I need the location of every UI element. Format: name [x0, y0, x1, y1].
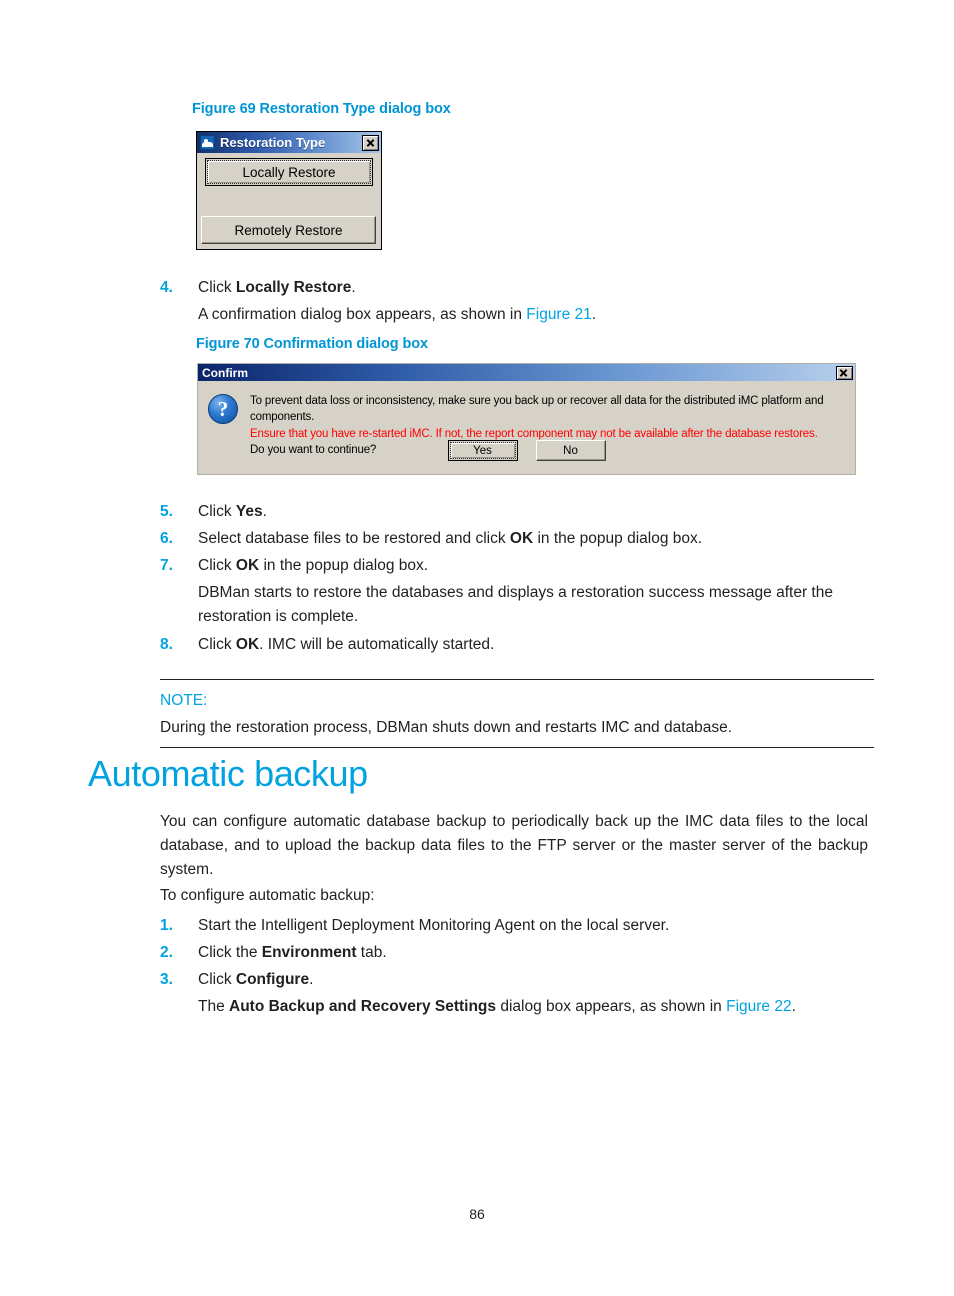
step-3-sub-bold: Auto Backup and Recovery Settings: [229, 998, 497, 1016]
step-5-text-after: .: [262, 503, 267, 520]
step-7: 7. Click OK in the popup dialog box.: [160, 554, 874, 578]
step-4-bold: Locally Restore: [235, 279, 352, 296]
note-block: NOTE: During the restoration process, DB…: [160, 679, 874, 748]
restoration-type-titlebar: Restoration Type: [197, 132, 381, 153]
application-icon: [200, 135, 215, 150]
confirm-dialog-title: Confirm: [202, 365, 248, 380]
note-label: NOTE:: [160, 692, 208, 710]
restoration-type-dialog: Restoration Type Locally Restore Remotel…: [196, 131, 382, 250]
step-2-bold: Environment: [261, 944, 357, 962]
remotely-restore-button-label: Remotely Restore: [234, 222, 343, 238]
step-4-text: Click Locally Restore.: [198, 276, 874, 300]
yes-button-label: Yes: [449, 442, 516, 459]
step-8-number: 8.: [160, 636, 173, 654]
step-2: 2. Click the Environment tab.: [160, 941, 874, 965]
step-1-number: 1.: [160, 917, 173, 935]
step-6: 6. Select database files to be restored …: [160, 527, 874, 551]
page-number: 86: [469, 1206, 485, 1222]
figure-69-caption: Figure 69 Restoration Type dialog box: [192, 100, 451, 118]
document-page: Figure 69 Restoration Type dialog box Re…: [0, 0, 954, 1296]
step-8-text: Click OK. IMC will be automatically star…: [198, 633, 874, 657]
confirm-message-line-1: To prevent data loss or inconsistency, m…: [250, 395, 824, 424]
question-mark-icon: ?: [208, 394, 238, 424]
close-icon[interactable]: [362, 134, 379, 151]
figure-69-caption-text: Figure 69 Restoration Type dialog box: [192, 101, 451, 117]
step-5-bold: Yes: [235, 503, 263, 520]
step-1: 1. Start the Intelligent Deployment Moni…: [160, 914, 874, 938]
step-6-bold: OK: [509, 530, 534, 548]
figure-70-caption: Figure 70 Confirmation dialog box: [196, 335, 428, 353]
step-5: 5. Click Yes.: [160, 500, 874, 524]
step-6-text: Select database files to be restored and…: [198, 527, 874, 551]
step-2-text: Click the Environment tab.: [198, 941, 874, 965]
page-title: Automatic backup: [88, 753, 368, 794]
step-7-number: 7.: [160, 557, 173, 575]
note-text: During the restoration process, DBMan sh…: [160, 719, 733, 737]
procedure-lead-in: To configure automatic backup:: [160, 887, 375, 904]
remotely-restore-button[interactable]: Remotely Restore: [201, 216, 376, 244]
cross-reference-figure-22[interactable]: Figure 22: [726, 998, 791, 1015]
step-4-subtext: A confirmation dialog box appears, as sh…: [198, 303, 874, 327]
step-4-text-before: Click: [198, 279, 236, 296]
step-1-text: Start the Intelligent Deployment Monitor…: [198, 917, 670, 935]
step-5-text: Click Yes.: [198, 500, 874, 524]
locally-restore-button[interactable]: Locally Restore: [205, 158, 373, 186]
step-7-text-after: in the popup dialog box.: [259, 557, 429, 575]
step-3-text-after: .: [309, 971, 314, 989]
step-3-sub-mid: dialog box appears, as shown in: [496, 998, 727, 1016]
step-6-number: 6.: [160, 530, 173, 548]
step-8-text-after: . IMC will be automatically started.: [259, 636, 495, 654]
locally-restore-button-label: Locally Restore: [207, 160, 371, 184]
confirm-button-row: Yes No: [198, 440, 855, 461]
step-2-text-before: Click the: [198, 944, 262, 962]
step-7-text: Click OK in the popup dialog box.: [198, 554, 874, 578]
step-7-text-before: Click: [198, 557, 236, 575]
step-3-number: 3.: [160, 971, 173, 989]
step-7-bold: OK: [235, 557, 260, 575]
step-3-text: Click Configure.: [198, 968, 874, 992]
confirmation-dialog: Confirm ? To prevent data loss or incons…: [197, 363, 856, 475]
step-7-subtext: DBMan starts to restore the databases an…: [198, 584, 833, 626]
close-icon[interactable]: [836, 365, 853, 380]
section-intro-paragraph: You can configure automatic database bac…: [160, 813, 868, 879]
confirm-titlebar: Confirm: [198, 364, 855, 381]
step-4: 4. Click Locally Restore.: [160, 276, 874, 300]
step-list-restore-5-8: 5. Click Yes. 6. Select database files t…: [160, 500, 874, 748]
cross-reference-figure-21[interactable]: Figure 21: [526, 306, 591, 323]
step-6-text-after: in the popup dialog box.: [533, 530, 703, 548]
step-4-text-after: .: [351, 279, 356, 296]
step-4-sub-after: .: [591, 306, 597, 324]
step-3-sub-before: The: [198, 998, 230, 1016]
step-8: 8. Click OK. IMC will be automatically s…: [160, 633, 874, 657]
figure-70-caption-text: Figure 70 Confirmation dialog box: [196, 336, 428, 352]
step-3-bold: Configure: [235, 971, 310, 989]
step-list-restore-4: 4. Click Locally Restore. A confirmation…: [160, 276, 874, 327]
restoration-type-body: Locally Restore Remotely Restore: [197, 153, 381, 249]
step-2-number: 2.: [160, 944, 173, 962]
step-6-text-before: Select database files to be restored and…: [198, 530, 510, 548]
yes-button[interactable]: Yes: [447, 440, 518, 461]
step-2-text-after: tab.: [356, 944, 387, 962]
step-5-text-before: Click: [198, 503, 236, 520]
step-8-bold: OK: [235, 636, 260, 654]
step-5-number: 5.: [160, 503, 173, 520]
step-4-number: 4.: [160, 279, 173, 296]
step-8-text-before: Click: [198, 636, 236, 654]
step-3-subtext: The Auto Backup and Recovery Settings di…: [198, 995, 874, 1019]
step-4-sub-before: A confirmation dialog box appears, as sh…: [198, 306, 527, 324]
no-button[interactable]: No: [535, 440, 606, 461]
no-button-label: No: [563, 444, 578, 457]
step-3: 3. Click Configure.: [160, 968, 874, 992]
restoration-type-title: Restoration Type: [220, 135, 326, 150]
step-3-sub-after: .: [791, 998, 796, 1016]
auto-backup-procedure: To configure automatic backup: 1. Start …: [160, 884, 874, 1019]
step-3-text-before: Click: [198, 971, 236, 989]
